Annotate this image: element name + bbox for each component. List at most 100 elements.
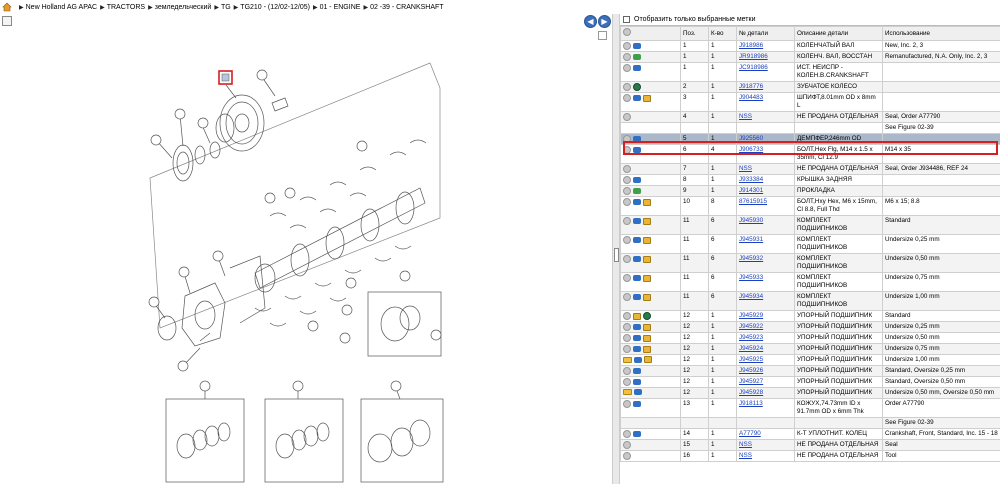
breadcrumb-item[interactable]: New Holland AG APAC <box>26 4 97 11</box>
status-circle-icon[interactable] <box>623 323 631 331</box>
part-number-link[interactable]: J945931 <box>739 236 763 243</box>
status-circle-icon[interactable] <box>623 378 631 386</box>
blue-arrow-icon[interactable] <box>633 431 641 437</box>
package-icon[interactable] <box>643 198 651 206</box>
table-row[interactable]: 11 6 J945933 КОМПЛЕКТ ПОДШИПНИКОВ Undersize … <box>620 272 1000 292</box>
cell-part-number[interactable]: NSS <box>736 439 795 451</box>
package-icon[interactable] <box>643 345 651 353</box>
part-number-link[interactable]: J904483 <box>739 94 763 101</box>
table-row[interactable]: 11 6 J945932 КОМПЛЕКТ ПОДШИПНИКОВ Undersize … <box>620 253 1000 273</box>
table-row[interactable]: 4 1 NSS НЕ ПРОДАНА ОТДЕЛЬНАЯ Seal, Order A77… <box>620 111 1000 123</box>
part-number-link[interactable]: J945934 <box>739 293 763 300</box>
cell-part-number[interactable]: J945928 <box>736 387 795 399</box>
filter-selected-only[interactable]: Отобразить только выбранные метки <box>620 14 1000 26</box>
table-row[interactable]: See Figure 02-39 <box>620 417 1000 429</box>
cell-part-number[interactable]: 87615915 <box>736 196 795 216</box>
breadcrumb-item[interactable]: 02 -39 - CRANKSHAFT <box>370 4 444 11</box>
blue-arrow-icon[interactable] <box>633 95 641 101</box>
cell-part-number[interactable] <box>736 417 795 429</box>
package-icon[interactable] <box>643 236 651 244</box>
blue-arrow-icon[interactable] <box>633 379 641 385</box>
table-row[interactable]: 16 1 NSS НЕ ПРОДАНА ОТДЕЛЬНАЯ Tool <box>620 450 1000 462</box>
blue-arrow-icon[interactable] <box>633 43 641 49</box>
status-circle-icon[interactable] <box>623 217 631 225</box>
part-number-link[interactable]: J925560 <box>739 135 763 142</box>
cell-part-number[interactable]: NSS <box>736 163 795 175</box>
package-icon[interactable] <box>643 217 651 225</box>
cell-part-number[interactable]: J945923 <box>736 332 795 344</box>
table-row[interactable]: 12 1 J945926 УПОРНЫЙ ПОДШИПНИК Standard, Ove… <box>620 365 1000 377</box>
part-number-link[interactable]: 87615915 <box>739 198 767 205</box>
cell-part-number[interactable]: J945927 <box>736 376 795 388</box>
header-icons[interactable] <box>620 26 681 41</box>
blue-arrow-icon[interactable] <box>633 256 641 262</box>
blue-arrow-icon[interactable] <box>633 237 641 243</box>
status-circle-icon[interactable] <box>623 64 631 72</box>
status-circle-icon[interactable] <box>623 135 631 143</box>
gear-icon[interactable] <box>643 312 651 320</box>
status-circle-icon[interactable] <box>623 165 631 173</box>
part-number-link[interactable]: J945926 <box>739 367 763 374</box>
table-row[interactable]: 12 1 J945928 УПОРНЫЙ ПОДШИПНИК Undersize 0,5… <box>620 387 1000 399</box>
cell-part-number[interactable]: J906733 <box>736 144 795 164</box>
table-row[interactable]: 12 1 J945929 УПОРНЫЙ ПОДШИПНИК Standard <box>620 310 1000 322</box>
cell-part-number[interactable]: J925560 <box>736 133 795 145</box>
part-number-link[interactable]: J918113 <box>739 400 763 407</box>
breadcrumb-item[interactable]: 01 - ENGINE <box>320 4 361 11</box>
part-number-link[interactable]: J918986 <box>739 42 763 49</box>
table-row[interactable]: 12 1 J945925 УПОРНЫЙ ПОДШИПНИК Undersize 1,0… <box>620 354 1000 366</box>
part-number-link[interactable]: J918776 <box>739 83 763 90</box>
filter-checkbox[interactable] <box>623 16 630 23</box>
blue-arrow-icon[interactable] <box>633 368 641 374</box>
cell-part-number[interactable]: J945925 <box>736 354 795 366</box>
breadcrumb-item[interactable]: земледельческий <box>155 4 212 11</box>
breadcrumb-item[interactable]: TG <box>221 4 231 11</box>
breadcrumb-item[interactable]: TG210 - (12/02-12/05) <box>240 4 310 11</box>
part-number-link[interactable]: J945933 <box>739 274 763 281</box>
table-row[interactable]: 1 1 J918986 КОЛЕНЧАТЫЙ ВАЛ New, Inc. 2, 3 <box>620 40 1000 52</box>
table-row[interactable]: 8 1 J933384 КРЫШКА ЗАДНЯЯ <box>620 174 1000 186</box>
blue-arrow-icon[interactable] <box>633 177 641 183</box>
blue-arrow-icon[interactable] <box>633 199 641 205</box>
status-circle-icon[interactable] <box>623 53 631 61</box>
cell-part-number[interactable]: J918776 <box>736 81 795 93</box>
part-number-link[interactable]: J945924 <box>739 345 763 352</box>
part-number-link[interactable]: NSS <box>739 165 752 172</box>
cell-part-number[interactable]: J945934 <box>736 291 795 311</box>
status-circle-icon[interactable] <box>623 400 631 408</box>
status-circle-icon[interactable] <box>623 236 631 244</box>
cell-part-number[interactable]: A77790 <box>736 428 795 440</box>
table-row[interactable]: 11 6 J945930 КОМПЛЕКТ ПОДШИПНИКОВ Standard <box>620 215 1000 235</box>
splitter-grip-icon[interactable] <box>614 248 619 262</box>
package-icon[interactable] <box>643 334 651 342</box>
blue-arrow-icon[interactable] <box>633 335 641 341</box>
part-number-link[interactable]: J945927 <box>739 378 763 385</box>
table-row[interactable]: 10 8 87615915 БОЛТ,Hxy Hex, M6 x 15mm, Cl 8… <box>620 196 1000 216</box>
status-circle-icon[interactable] <box>623 83 631 91</box>
cell-part-number[interactable]: J945930 <box>736 215 795 235</box>
blue-arrow-icon[interactable] <box>633 324 641 330</box>
status-circle-icon[interactable] <box>623 312 631 320</box>
cell-part-number[interactable]: J945931 <box>736 234 795 254</box>
table-row[interactable]: 9 1 J914301 ПРОКЛАДКА <box>620 185 1000 197</box>
gear-icon[interactable] <box>633 83 641 91</box>
status-circle-icon[interactable] <box>623 146 631 154</box>
status-circle-icon[interactable] <box>623 198 631 206</box>
cell-part-number[interactable]: J945924 <box>736 343 795 355</box>
header-gear-icon[interactable] <box>623 28 631 36</box>
cell-part-number[interactable]: J945933 <box>736 272 795 292</box>
part-number-link[interactable]: J933384 <box>739 176 763 183</box>
cell-part-number[interactable]: J918986 <box>736 40 795 52</box>
table-row[interactable]: See Figure 02-39 <box>620 122 1000 134</box>
part-number-link[interactable]: J945922 <box>739 323 763 330</box>
status-circle-icon[interactable] <box>623 345 631 353</box>
table-row[interactable]: 1 1 JC918986 ИСТ. НЕИСПР - КОЛЕН.В.CRANKSHA… <box>620 62 1000 82</box>
green-arrow-icon[interactable] <box>633 54 641 60</box>
part-number-link[interactable]: NSS <box>739 113 752 120</box>
header-pos[interactable]: Поз. <box>680 26 709 41</box>
part-number-link[interactable]: JC918986 <box>739 64 768 71</box>
home-icon[interactable] <box>2 2 12 12</box>
cell-part-number[interactable]: NSS <box>736 450 795 462</box>
blue-arrow-icon[interactable] <box>634 356 642 363</box>
table-row[interactable]: 5 1 J925560 ДЕМПФЕР,246mm OD <box>620 133 1000 145</box>
